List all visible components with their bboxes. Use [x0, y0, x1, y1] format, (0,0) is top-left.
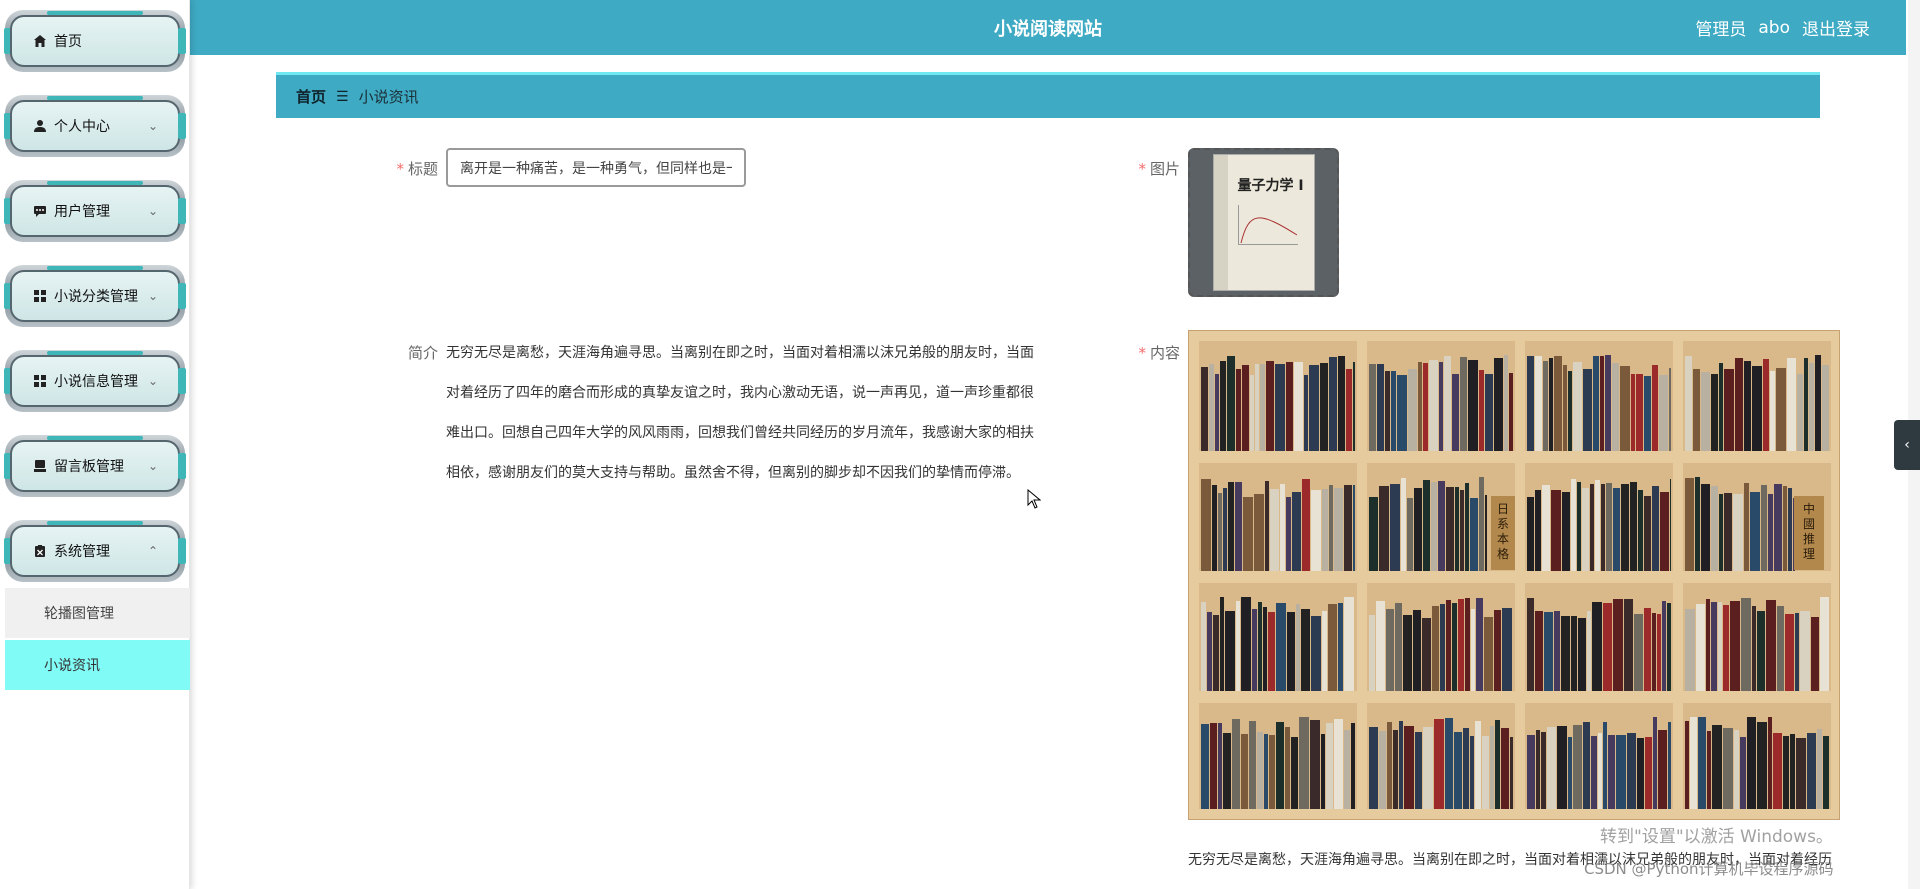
user-role: 管理员 — [1695, 20, 1747, 40]
chevron-down-icon: ⌄ — [147, 374, 158, 388]
sidebar: 首页 个人中心 ⌄ 用户管理 ⌄ 小说分类管理 ⌄ 小说信息管理 ⌄ 留言板管理… — [0, 0, 190, 889]
message-board-icon — [32, 458, 48, 474]
activate-windows-watermark: 转到"设置"以激活 Windows。 — [1600, 827, 1833, 847]
home-icon — [32, 33, 48, 49]
sidebar-subitem-novel-news[interactable]: 小说资讯 — [5, 640, 190, 690]
chevron-down-icon: ⌄ — [147, 459, 158, 473]
title-label-text: 标题 — [407, 160, 438, 178]
mouse-cursor-icon — [1027, 488, 1042, 513]
clipboard-icon — [32, 543, 48, 559]
sidebar-item-frame: 小说信息管理 ⌄ — [10, 351, 180, 407]
sidebar-item-user-management[interactable]: 用户管理 ⌄ — [4, 180, 186, 242]
chevron-up-icon: ⌃ — [147, 544, 158, 558]
logout-button[interactable]: 退出登录 — [1802, 15, 1870, 40]
book-cover-image: 量子力学 I — [1213, 155, 1314, 290]
header-user-area: 管理员 abo 退出登录 — [1695, 0, 1870, 55]
shelf-sign-1: 日系本格 — [1497, 502, 1509, 561]
frame-accent — [47, 181, 143, 185]
sidebar-item-label: 个人中心 — [54, 119, 110, 135]
image-label: * 图片 — [1120, 158, 1180, 179]
intro-label: 简介 — [380, 342, 438, 363]
collapse-toggle-button[interactable]: ‹ — [1894, 420, 1920, 470]
book-cover-graph — [1237, 205, 1298, 245]
user-icon — [32, 118, 48, 134]
frame-accent — [47, 96, 143, 100]
grid-icon — [32, 373, 48, 389]
sidebar-item-label: 系统管理 — [54, 544, 110, 560]
frame-accent — [47, 11, 143, 15]
intro-text: 无穷无尽是离愁，天涯海角遍寻思。当离别在即之时，当面对着相濡以沫兄弟般的朋友时，… — [446, 345, 1034, 481]
site-title: 小说阅读网站 — [994, 18, 1102, 40]
sidebar-item-frame: 系统管理 ⌃ — [10, 521, 180, 577]
top-header: 小说阅读网站 管理员 abo 退出登录 — [190, 0, 1906, 55]
grid-icon — [32, 288, 48, 304]
breadcrumb-current: 小说资讯 — [358, 88, 419, 106]
frame-accent — [47, 521, 143, 525]
image-upload[interactable]: 量子力学 I — [1188, 148, 1339, 297]
sidebar-item-frame: 小说分类管理 ⌄ — [10, 266, 180, 322]
breadcrumb-home[interactable]: 首页 — [296, 86, 326, 107]
chevron-down-icon: ⌄ — [147, 289, 158, 303]
chat-icon — [32, 203, 48, 219]
sidebar-item-frame: 个人中心 ⌄ — [10, 96, 180, 152]
sidebar-item-personal-center[interactable]: 个人中心 ⌄ — [4, 95, 186, 157]
chevron-left-icon: ‹ — [1904, 437, 1910, 453]
title-label: * 标题 — [380, 158, 438, 179]
required-star: * — [1138, 160, 1146, 178]
required-star: * — [1138, 344, 1146, 362]
book-cover-title: 量子力学 I — [1237, 178, 1304, 194]
content-label-text: 内容 — [1149, 344, 1180, 362]
username: abo — [1758, 17, 1790, 38]
sidebar-item-frame: 用户管理 ⌄ — [10, 181, 180, 237]
title-input[interactable] — [446, 148, 746, 187]
sidebar-item-label: 小说分类管理 — [54, 289, 138, 305]
sidebar-item-label: 用户管理 — [54, 204, 110, 220]
frame-accent — [47, 436, 143, 440]
sidebar-item-label: 小说信息管理 — [54, 374, 138, 390]
frame-accent — [47, 266, 143, 270]
sidebar-item-label: 留言板管理 — [54, 459, 124, 475]
image-label-text: 图片 — [1149, 160, 1180, 178]
chevron-down-icon: ⌄ — [147, 119, 158, 133]
sidebar-item-frame: 留言板管理 ⌄ — [10, 436, 180, 492]
menu-icon: ☰ — [336, 88, 349, 105]
sidebar-item-system-management[interactable]: 系统管理 ⌃ — [4, 520, 186, 582]
intro-label-text: 简介 — [407, 344, 438, 362]
chevron-down-icon: ⌄ — [147, 204, 158, 218]
sidebar-item-novel-info[interactable]: 小说信息管理 ⌄ — [4, 350, 186, 412]
sidebar-item-novel-category[interactable]: 小说分类管理 ⌄ — [4, 265, 186, 327]
sidebar-subitem-carousel[interactable]: 轮播图管理 — [5, 588, 190, 638]
frame-accent — [47, 351, 143, 355]
breadcrumb: 首页 ☰ 小说资讯 — [276, 72, 1820, 118]
bookshelf-image: 日系本格 中國推理 — [1188, 330, 1840, 820]
sidebar-item-home[interactable]: 首页 — [4, 10, 186, 72]
bookshelf-graphic: 日系本格 中國推理 — [1189, 331, 1839, 819]
sidebar-item-label: 首页 — [54, 34, 82, 50]
required-star: * — [396, 160, 404, 178]
sidebar-item-frame: 首页 — [10, 11, 180, 67]
csdn-watermark: CSDN @Python计算机毕设程序源码 — [1584, 860, 1834, 878]
content-label: * 内容 — [1120, 342, 1180, 363]
sidebar-item-message-board[interactable]: 留言板管理 ⌄ — [4, 435, 186, 497]
